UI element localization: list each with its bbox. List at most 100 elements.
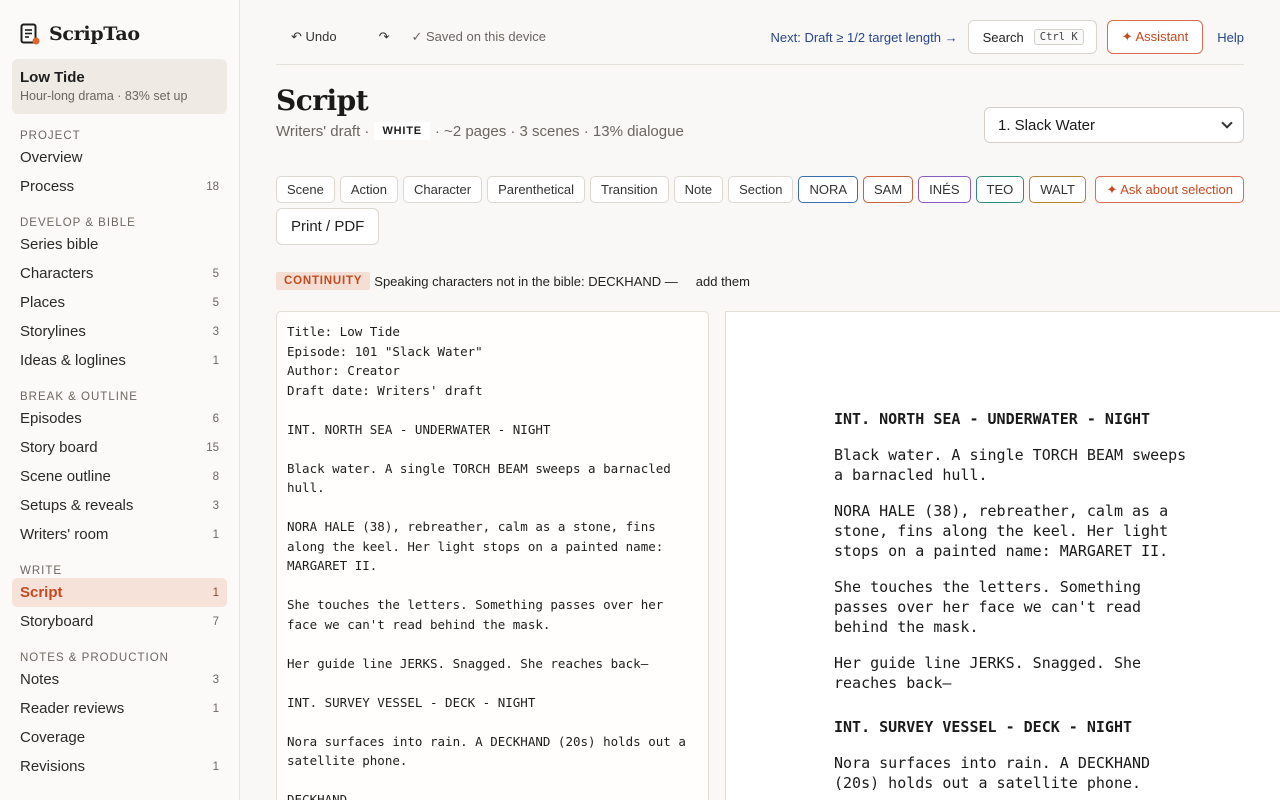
sidebar-item-label: Places	[20, 294, 66, 311]
sidebar-item-revisions[interactable]: Revisions 1	[12, 752, 227, 781]
sidebar-item-ideas-loglines[interactable]: Ideas & loglines 1	[12, 346, 227, 375]
character-chip[interactable]: WALT	[1029, 176, 1086, 203]
sidebar-item-count: 1	[212, 354, 219, 367]
add-characters-link[interactable]: add them	[696, 274, 750, 289]
sidebar-item-overview[interactable]: Overview	[12, 143, 227, 172]
scene-select-value: 1. Slack Water	[998, 116, 1095, 134]
sidebar-item-places[interactable]: Places 5	[12, 288, 227, 317]
page-title: Script	[276, 84, 369, 117]
character-chip[interactable]: INÉS	[918, 176, 971, 203]
sidebar-item-label: Script	[20, 584, 63, 601]
element-toolbar: Scene Action Character Parenthetical Transit…	[276, 176, 1244, 245]
sidebar-item-count: 6	[212, 412, 219, 425]
nav-section-heading: Notes & Production	[20, 652, 169, 664]
search-shortcut: Ctrl K	[1033, 29, 1084, 45]
sidebar-item-label: Scene outline	[20, 468, 111, 485]
brand[interactable]: ScripTao	[0, 0, 239, 46]
sidebar-nav: Project Overview Process 18 Develop & Bible S…	[0, 127, 239, 781]
preview-action: Nora surfaces into rain. A DECKHAND (20s…	[834, 754, 1151, 792]
sidebar-item-label: Episodes	[20, 410, 82, 427]
preview-action: Black water. A single TORCH BEAM sweeps …	[834, 446, 1187, 484]
sidebar-item-label: Ideas & loglines	[20, 352, 126, 369]
preview-action: NORA HALE (38), rebreather, calm as a st…	[834, 502, 1169, 560]
sidebar-item-count: 3	[212, 673, 219, 686]
continuity-badge: CONTINUITY	[276, 272, 371, 290]
sidebar-item-notes[interactable]: Notes 3	[12, 665, 227, 694]
sidebar-item-count: 7	[212, 615, 219, 628]
draft-label: Writers' draft ·	[276, 122, 370, 140]
sidebar-item-count: 3	[212, 499, 219, 512]
top-toolbar: ↶ Undo ↷ ✓ Saved on this device Next: Dr…	[276, 20, 1244, 65]
sidebar-item-label: Process	[20, 178, 75, 195]
element-scene-button[interactable]: Scene	[276, 176, 335, 203]
element-action-button[interactable]: Action	[339, 176, 399, 203]
preview-action: She touches the letters. Something passe…	[834, 578, 1142, 636]
element-toolbar-row: Scene Action Character Parenthetical Transit…	[276, 176, 1244, 203]
scene-select[interactable]: 1. Slack Water	[984, 107, 1244, 143]
sidebar-item-scene-outline[interactable]: Scene outline 8	[12, 462, 227, 491]
project-card[interactable]: Low Tide Hour-long drama · 83% set up	[12, 59, 227, 114]
sidebar-item-label: Reader reviews	[20, 700, 125, 717]
redo-button[interactable]: ↷	[379, 20, 390, 53]
sidebar-item-coverage[interactable]: Coverage	[12, 723, 227, 752]
search-button[interactable]: Search Ctrl K	[967, 20, 1097, 54]
search-label: Search	[982, 29, 1024, 45]
character-chip[interactable]: NORA	[798, 176, 858, 203]
sidebar-item-setups-reveals[interactable]: Setups & reveals 3	[12, 491, 227, 520]
character-chip[interactable]: TEO	[975, 176, 1025, 203]
element-note-button[interactable]: Note	[673, 176, 724, 203]
sidebar-item-story-board[interactable]: Story board 15	[12, 433, 227, 462]
element-transition-button[interactable]: Transition	[589, 176, 669, 203]
nav-section-heading: Break & Outline	[20, 391, 138, 403]
sidebar-item-label: Storylines	[20, 323, 86, 340]
element-section-button[interactable]: Section	[728, 176, 794, 203]
script-preview: INT. NORTH SEA - UNDERWATER - NIGHT Blac…	[725, 311, 1280, 800]
nav-section-heading: Develop & Bible	[20, 217, 136, 229]
sidebar-item-storylines[interactable]: Storylines 3	[12, 317, 227, 346]
sidebar-item-series-bible[interactable]: Series bible	[12, 230, 227, 259]
top-actions: Next: Draft ≥ 1/2 target length → Search…	[771, 20, 1244, 54]
assistant-button[interactable]: ✦ Assistant	[1106, 20, 1204, 54]
sidebar-item-label: Setups & reveals	[20, 497, 134, 514]
revision-badge: WHITE	[374, 122, 430, 140]
ask-about-selection-button[interactable]: ✦ Ask about selection	[1095, 176, 1244, 203]
element-character-button[interactable]: Character	[403, 176, 483, 203]
chevron-down-icon	[1221, 117, 1233, 129]
sidebar-item-storyboard[interactable]: Storyboard 7	[12, 607, 227, 636]
script-stats: Writers' draft · WHITE · ~2 pages · 3 sc…	[276, 122, 684, 140]
element-parenthetical-button[interactable]: Parenthetical	[487, 176, 585, 203]
sidebar-item-count: 18	[206, 180, 219, 193]
sidebar-item-label: Notes	[20, 671, 60, 688]
sidebar-item-count: 15	[206, 441, 219, 454]
sidebar-item-label: Storyboard	[20, 613, 94, 630]
script-stats-text: · ~2 pages · 3 scenes · 13% dialogue	[434, 122, 684, 140]
sidebar-item-process[interactable]: Process 18	[12, 172, 227, 201]
sidebar-item-label: Coverage	[20, 729, 86, 746]
sidebar-item-label: Revisions	[20, 758, 86, 775]
nav-section-heading: Project	[20, 130, 81, 142]
sidebar: ScripTao Low Tide Hour-long drama · 83% …	[0, 0, 240, 800]
continuity-message: Speaking characters not in the bible: DE…	[374, 273, 678, 289]
next-step-link[interactable]: Next: Draft ≥ 1/2 target length →	[771, 30, 958, 45]
sidebar-item-label: Story board	[20, 439, 98, 456]
character-chip[interactable]: SAM	[863, 176, 914, 203]
save-status: ✓ Saved on this device	[411, 28, 546, 44]
undo-button[interactable]: ↶ Undo	[291, 20, 337, 53]
help-link[interactable]: Help	[1217, 30, 1244, 45]
print-pdf-button[interactable]: Print / PDF	[276, 208, 380, 245]
main-area: ↶ Undo ↷ ✓ Saved on this device Next: Dr…	[240, 0, 1280, 800]
brand-name: ScripTao	[49, 23, 140, 45]
sidebar-item-reader-reviews[interactable]: Reader reviews 1	[12, 694, 227, 723]
sidebar-item-writers-room[interactable]: Writers' room 1	[12, 520, 227, 549]
sidebar-item-count: 1	[212, 586, 219, 599]
sidebar-item-episodes[interactable]: Episodes 6	[12, 404, 227, 433]
sidebar-item-characters[interactable]: Characters 5	[12, 259, 227, 288]
sidebar-item-count: 1	[212, 702, 219, 715]
sidebar-item-script[interactable]: Script 1	[12, 578, 227, 607]
sidebar-item-count: 3	[212, 325, 219, 338]
sidebar-item-count: 1	[212, 528, 219, 541]
continuity-warning: CONTINUITY Speaking characters not in th…	[276, 272, 750, 290]
sidebar-item-label: Overview	[20, 149, 83, 166]
sidebar-item-count: 5	[212, 267, 219, 280]
script-editor[interactable]: Title: Low Tide Episode: 101 "Slack Wate…	[276, 311, 709, 800]
